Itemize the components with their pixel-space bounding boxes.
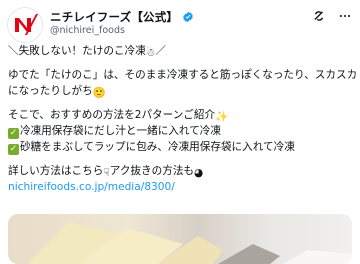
check-mark-icon: ✓ (8, 144, 19, 155)
tweet-actions (312, 9, 352, 23)
nichirei-logo-icon (8, 8, 42, 42)
display-name[interactable]: ニチレイフーズ【公式】 (50, 9, 178, 25)
tweet-text: ＼失敗しない！たけのこ冷凍☃／ ゆでた「たけのこ」は、そのまま冷凍すると筋っぽく… (8, 43, 358, 195)
check-mark-icon: ✓ (8, 128, 19, 139)
tweet-line: になったりしがち🙂 (8, 85, 106, 99)
verified-badge-icon (183, 11, 193, 23)
author-name-row: ニチレイフーズ【公式】 (50, 9, 194, 25)
more-icon[interactable] (338, 9, 352, 23)
tweet-line: 詳しい方法はこちら☟アク抜きの方法も◕ (8, 165, 204, 179)
bowl-icon: ◕ (194, 167, 204, 179)
media-preview-image[interactable] (8, 214, 352, 264)
grok-icon[interactable] (312, 9, 326, 23)
tweet-line: nichireifoods.co.jp/media/8300/ (8, 179, 352, 195)
article-link[interactable]: nichireifoods.co.jp/media/8300/ (8, 181, 175, 193)
user-handle[interactable]: @nichirei_foods (50, 25, 125, 36)
tweet-line: ゆでた「たけのこ」は、そのまま冷凍すると筋っぽくなったり、スカスカ (8, 69, 358, 81)
snowman-icon: ☃ (145, 47, 156, 59)
tweet-line: そこで、おすすめの方法を2パターンご紹介✨ (8, 109, 229, 123)
smiling-face-icon: 🙂 (92, 87, 106, 99)
bamboo-shoot-photo (28, 222, 352, 264)
tweet-line: ✓ 冷凍用保存袋にだし汁と一緒に入れて冷凍 (8, 125, 221, 139)
avatar[interactable] (8, 8, 42, 42)
tweet-line: ＼失敗しない！たけのこ冷凍☃／ (8, 45, 166, 59)
tweet-line: ✓ 砂糖をまぶしてラップに包み、冷凍用保存袋に入れて冷凍 (8, 141, 295, 155)
